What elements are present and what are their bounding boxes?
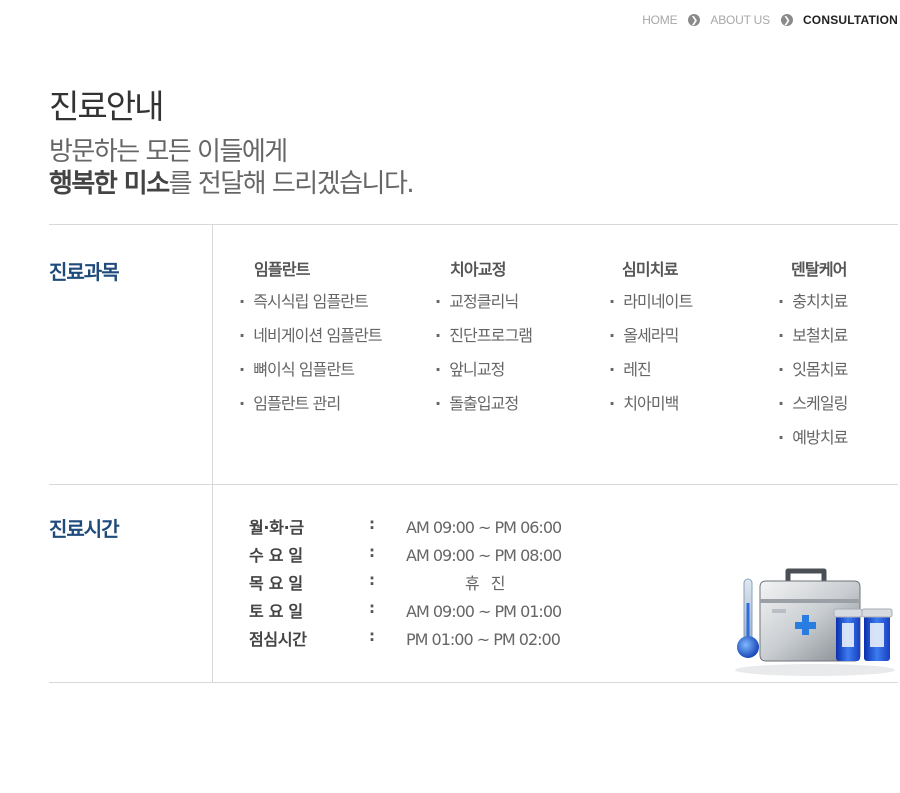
breadcrumb-consultation[interactable]: CONSULTATION xyxy=(803,13,898,27)
dept-item[interactable]: 앞니교정 xyxy=(435,361,532,395)
hours-time: AM 09:00 ~ PM 08:00 xyxy=(406,546,562,565)
hours-separator: : xyxy=(369,599,375,617)
dept-column-aesthetic: 심미치료 라미네이트 올세라믹 레진 치아미백 xyxy=(609,258,693,429)
dept-item[interactable]: 즉시식립 임플란트 xyxy=(239,293,382,327)
dept-item[interactable]: 충치치료 xyxy=(778,293,848,327)
medical-kit-icon xyxy=(730,565,900,680)
subtitle-emphasis: 행복한 미소 xyxy=(49,169,170,199)
breadcrumb-about-us[interactable]: ABOUT US xyxy=(710,13,770,27)
page-subtitle: 방문하는 모든 이들에게 행복한 미소를 전달해 드리겠습니다. xyxy=(49,136,415,200)
hours-time: PM 01:00 ~ PM 02:00 xyxy=(406,630,561,649)
hours-time: AM 09:00 ~ PM 01:00 xyxy=(406,602,562,621)
page-title: 진료안내 xyxy=(49,87,164,126)
dept-heading: 치아교정 xyxy=(450,260,506,279)
dept-item[interactable]: 레진 xyxy=(609,361,692,395)
hours-row: 목 요 일 : 휴 진 xyxy=(249,570,569,598)
dept-item[interactable]: 네비게이션 임플란트 xyxy=(239,327,382,361)
dept-item[interactable]: 라미네이트 xyxy=(609,293,693,327)
hours-time: AM 09:00 ~ PM 06:00 xyxy=(406,518,562,537)
hours-separator: : xyxy=(369,571,375,589)
hours-day: 월·화·금 xyxy=(249,518,304,537)
hours-separator: : xyxy=(369,515,375,533)
dept-item[interactable]: 진단프로그램 xyxy=(435,327,533,361)
subtitle-line-2-rest: 를 전달해 드리겠습니다. xyxy=(168,169,415,199)
hours-time: 휴 진 xyxy=(465,574,509,593)
hours-day: 목 요 일 xyxy=(249,574,303,593)
dept-list: 교정클리닉 진단프로그램 앞니교정 돌출입교정 xyxy=(435,293,533,429)
hours-day: 점심시간 xyxy=(249,630,307,649)
hours-separator: : xyxy=(369,627,375,645)
divider-top xyxy=(49,224,898,225)
hours-separator: : xyxy=(369,543,375,561)
subtitle-line-1: 방문하는 모든 이들에게 xyxy=(49,137,288,167)
section-title-hours: 진료시간 xyxy=(49,517,120,541)
dept-heading: 덴탈케어 xyxy=(791,260,847,279)
dept-list: 라미네이트 올세라믹 레진 치아미백 xyxy=(609,293,693,429)
hours-row: 월·화·금 : AM 09:00 ~ PM 06:00 xyxy=(249,514,569,542)
hours-day: 토 요 일 xyxy=(249,602,303,621)
dept-item[interactable]: 예방치료 xyxy=(778,429,848,463)
dept-item[interactable]: 스케일링 xyxy=(778,395,848,429)
dept-column-implant: 임플란트 즉시식립 임플란트 네비게이션 임플란트 뼈이식 임플란트 임플란트 … xyxy=(239,258,382,429)
section-title-departments: 진료과목 xyxy=(49,260,120,284)
dept-item[interactable]: 잇몸치료 xyxy=(778,361,848,395)
chevron-right-circle-icon: ❯ xyxy=(780,14,793,26)
hours-row: 토 요 일 : AM 09:00 ~ PM 01:00 xyxy=(249,598,569,626)
dept-column-orthodontics: 치아교정 교정클리닉 진단프로그램 앞니교정 돌출입교정 xyxy=(435,258,533,429)
dept-list: 즉시식립 임플란트 네비게이션 임플란트 뼈이식 임플란트 임플란트 관리 xyxy=(239,293,382,429)
dept-item[interactable]: 임플란트 관리 xyxy=(239,395,382,429)
breadcrumb-home[interactable]: HOME xyxy=(642,13,677,27)
dept-list: 충치치료 보철치료 잇몸치료 스케일링 예방치료 xyxy=(778,293,848,463)
dept-heading: 임플란트 xyxy=(254,260,310,279)
dept-column-dental-care: 덴탈케어 충치치료 보철치료 잇몸치료 스케일링 예방치료 xyxy=(778,258,848,463)
breadcrumb: HOME ❯ ABOUT US ❯ CONSULTATION xyxy=(642,12,898,28)
divider-bottom xyxy=(49,682,898,683)
dept-item[interactable]: 올세라믹 xyxy=(609,327,692,361)
divider-middle xyxy=(49,484,898,485)
dept-item[interactable]: 교정클리닉 xyxy=(435,293,532,327)
dept-item[interactable]: 보철치료 xyxy=(778,327,848,361)
hours-row: 수 요 일 : AM 09:00 ~ PM 08:00 xyxy=(249,542,569,570)
hours-day: 수 요 일 xyxy=(249,546,303,565)
dept-item[interactable]: 치아미백 xyxy=(609,395,692,429)
dept-item[interactable]: 뼈이식 임플란트 xyxy=(239,361,382,395)
divider-vertical xyxy=(212,225,213,683)
dept-heading: 심미치료 xyxy=(622,260,678,279)
chevron-right-circle-icon: ❯ xyxy=(688,14,701,26)
hours-row: 점심시간 : PM 01:00 ~ PM 02:00 xyxy=(249,626,569,654)
dept-item[interactable]: 돌출입교정 xyxy=(435,395,532,429)
subtitle-line-2: 행복한 미소를 전달해 드리겠습니다. xyxy=(49,168,415,200)
